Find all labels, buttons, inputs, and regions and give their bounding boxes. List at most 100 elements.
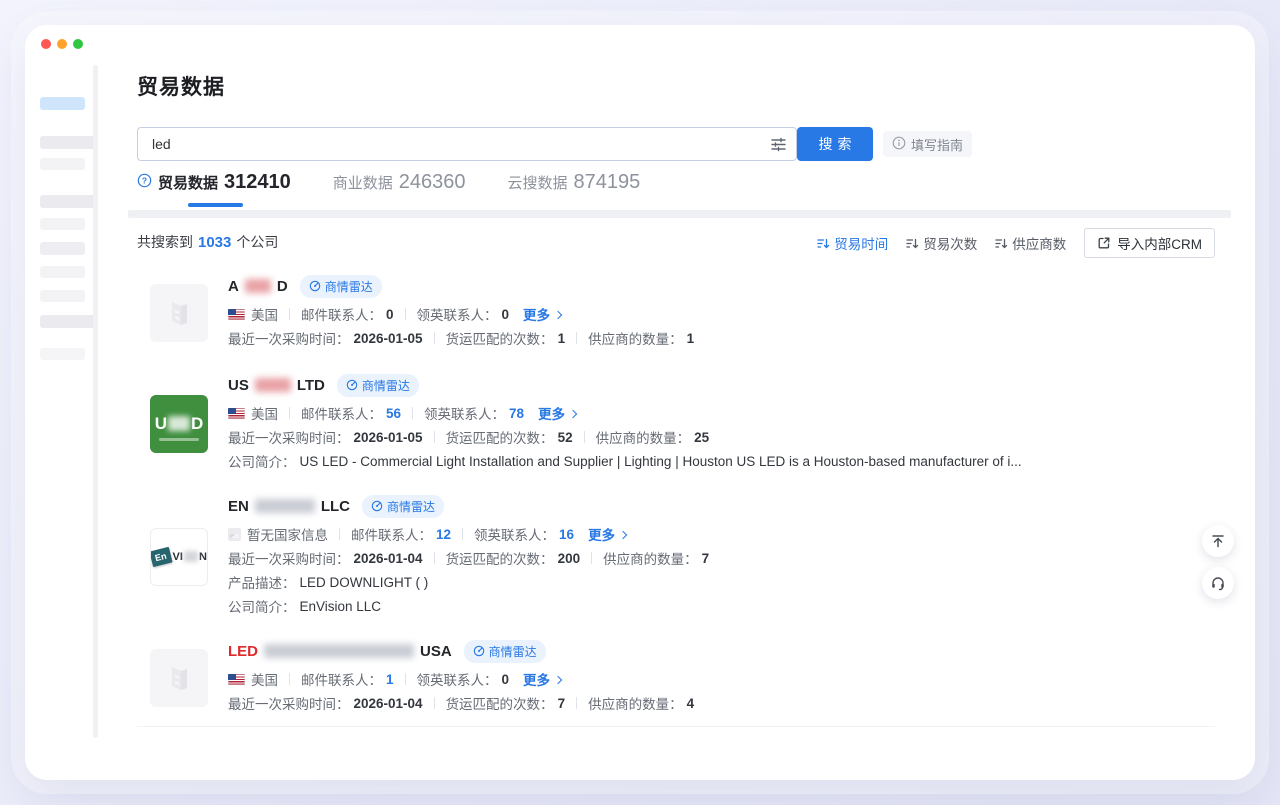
business-radar-badge[interactable]: 商情雷达 bbox=[300, 275, 382, 298]
fill-guide-link[interactable]: 填写指南 bbox=[883, 131, 972, 157]
company-card[interactable]: EnVIN EN LLC 商情雷达 暂 bbox=[150, 495, 1215, 618]
radar-icon bbox=[473, 645, 485, 657]
email-contact-count[interactable]: 56 bbox=[386, 406, 401, 421]
supplier-count: 4 bbox=[687, 696, 695, 711]
sort-icon bbox=[995, 237, 1008, 250]
more-link[interactable]: 更多 bbox=[588, 524, 626, 544]
sidebar-item[interactable] bbox=[40, 218, 85, 230]
sort-icon bbox=[817, 237, 830, 250]
redacted-name-segment bbox=[255, 499, 315, 513]
company-logo: UD bbox=[150, 395, 208, 453]
sort-trade-count[interactable]: 贸易次数 bbox=[906, 233, 977, 253]
linkedin-contact-count[interactable]: 78 bbox=[509, 406, 524, 421]
company-name[interactable]: A D bbox=[228, 278, 288, 295]
country-label: 暂无国家信息 bbox=[247, 524, 328, 544]
email-contact-count: 0 bbox=[386, 307, 394, 322]
no-country-icon bbox=[228, 528, 241, 541]
desktop-background: 贸易数据 搜索 填写指南 ? bbox=[0, 0, 1280, 805]
email-contact-count[interactable]: 1 bbox=[386, 672, 394, 687]
sort-supplier-count[interactable]: 供应商数 bbox=[995, 233, 1066, 253]
chevron-right-icon bbox=[554, 310, 562, 318]
company-card[interactable]: A D 商情雷达 美国 邮件联系人：0 领英联 bbox=[150, 275, 1215, 350]
results-controls: 贸易时间 贸易次数 供应商数 导入内部CRM bbox=[817, 228, 1215, 258]
tab-trade-data[interactable]: ? 贸易数据 312410 bbox=[137, 171, 291, 194]
sidebar-item[interactable] bbox=[40, 136, 97, 149]
company-logo-placeholder bbox=[150, 284, 208, 342]
supplier-count: 7 bbox=[702, 551, 710, 566]
search-button[interactable]: 搜索 bbox=[797, 127, 873, 161]
back-to-top-button[interactable] bbox=[1202, 525, 1234, 557]
company-card[interactable]: UD US LTD 商情雷达 bbox=[150, 374, 1215, 473]
sort-trade-time[interactable]: 贸易时间 bbox=[817, 233, 888, 253]
linkedin-contact-count[interactable]: 16 bbox=[559, 527, 574, 542]
sidebar-item[interactable] bbox=[40, 158, 85, 170]
linkedin-contact-count: 0 bbox=[502, 307, 510, 322]
radar-icon bbox=[309, 280, 321, 292]
advanced-filter-icon[interactable] bbox=[770, 136, 787, 158]
section-divider-bar bbox=[128, 210, 1231, 218]
freight-match-count: 1 bbox=[558, 331, 566, 346]
sidebar-item[interactable] bbox=[40, 290, 85, 302]
window-minimize-dot[interactable] bbox=[57, 39, 67, 49]
radar-icon bbox=[371, 500, 383, 512]
page-title: 贸易数据 bbox=[137, 71, 225, 101]
redacted-logo-segment bbox=[184, 551, 198, 562]
keyword-highlight: LED bbox=[228, 643, 258, 660]
sort-icon bbox=[906, 237, 919, 250]
question-circle-icon[interactable]: ? bbox=[137, 173, 152, 193]
more-link[interactable]: 更多 bbox=[523, 669, 561, 689]
results-summary: 共搜索到 1033 个公司 bbox=[137, 232, 278, 252]
country-label: 美国 bbox=[251, 403, 278, 423]
sidebar-item[interactable] bbox=[40, 315, 97, 328]
tab-cloud-search-data[interactable]: 云搜数据 874195 bbox=[508, 171, 641, 194]
company-intro: EnVision LLC bbox=[300, 599, 382, 614]
customer-service-button[interactable] bbox=[1202, 567, 1234, 599]
tab-business-data[interactable]: 商业数据 246360 bbox=[333, 171, 466, 194]
window-zoom-dot[interactable] bbox=[73, 39, 83, 49]
business-radar-badge[interactable]: 商情雷达 bbox=[362, 495, 444, 518]
sidebar-item[interactable] bbox=[40, 242, 85, 255]
back-to-top-icon bbox=[1210, 533, 1226, 549]
redacted-name-segment bbox=[255, 378, 291, 392]
company-logo: EnVIN bbox=[150, 528, 208, 586]
redacted-logo-segment bbox=[168, 416, 190, 431]
info-icon bbox=[892, 136, 906, 153]
company-card[interactable]: LED USA 商情雷达 美国 邮件联系人：1 bbox=[150, 640, 1215, 715]
us-flag-icon bbox=[228, 408, 245, 419]
sidebar-item[interactable] bbox=[40, 348, 85, 360]
radar-icon bbox=[346, 379, 358, 391]
company-name[interactable]: EN LLC bbox=[228, 498, 350, 515]
redacted-name-segment bbox=[245, 279, 271, 293]
company-name[interactable]: LED USA bbox=[228, 643, 452, 660]
sidebar-item[interactable] bbox=[40, 266, 85, 278]
last-purchase-date: 2026-01-04 bbox=[354, 696, 423, 711]
company-logo-placeholder bbox=[150, 649, 208, 707]
freight-match-count: 7 bbox=[558, 696, 566, 711]
product-description: LED DOWNLIGHT ( ) bbox=[300, 575, 429, 590]
business-radar-badge[interactable]: 商情雷达 bbox=[337, 374, 419, 397]
svg-text:?: ? bbox=[142, 175, 147, 185]
country-label: 美国 bbox=[251, 669, 278, 689]
more-link[interactable]: 更多 bbox=[538, 403, 576, 423]
us-flag-icon bbox=[228, 674, 245, 685]
supplier-count: 25 bbox=[694, 430, 709, 445]
business-radar-badge[interactable]: 商情雷达 bbox=[464, 640, 546, 663]
window-close-dot[interactable] bbox=[41, 39, 51, 49]
supplier-count: 1 bbox=[687, 331, 695, 346]
sidebar-item-active[interactable] bbox=[40, 97, 85, 110]
search-input-wrap bbox=[137, 127, 797, 161]
company-name[interactable]: US LTD bbox=[228, 377, 325, 394]
import-icon bbox=[1097, 236, 1111, 250]
import-crm-button[interactable]: 导入内部CRM bbox=[1084, 228, 1215, 258]
active-tab-underline bbox=[188, 203, 243, 207]
freight-match-count: 52 bbox=[558, 430, 573, 445]
app-window: 贸易数据 搜索 填写指南 ? bbox=[25, 25, 1255, 780]
search-input[interactable] bbox=[138, 128, 796, 160]
chevron-right-icon bbox=[569, 409, 577, 417]
headset-icon bbox=[1210, 575, 1226, 591]
more-link[interactable]: 更多 bbox=[523, 304, 561, 324]
company-intro: US LED - Commercial Light Installation a… bbox=[300, 454, 1022, 469]
email-contact-count[interactable]: 12 bbox=[436, 527, 451, 542]
sidebar-item[interactable] bbox=[40, 195, 97, 208]
freight-match-count: 200 bbox=[558, 551, 581, 566]
